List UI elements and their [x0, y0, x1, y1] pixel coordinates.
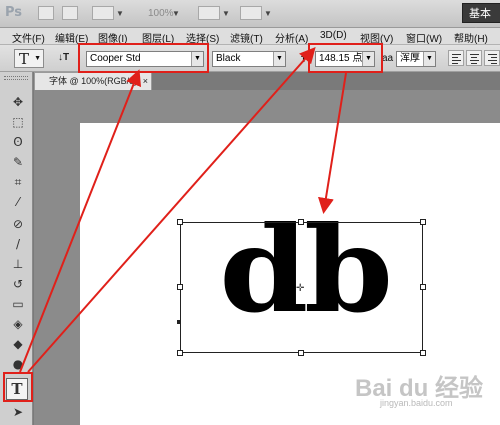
watermark-url: jingyan.baidu.com — [380, 398, 453, 408]
arrow-size-to-text — [318, 72, 347, 214]
arrow-tool-to-font-family — [19, 69, 142, 373]
annotation-arrows — [19, 47, 347, 373]
arrow-tool-to-font-size — [27, 47, 316, 373]
